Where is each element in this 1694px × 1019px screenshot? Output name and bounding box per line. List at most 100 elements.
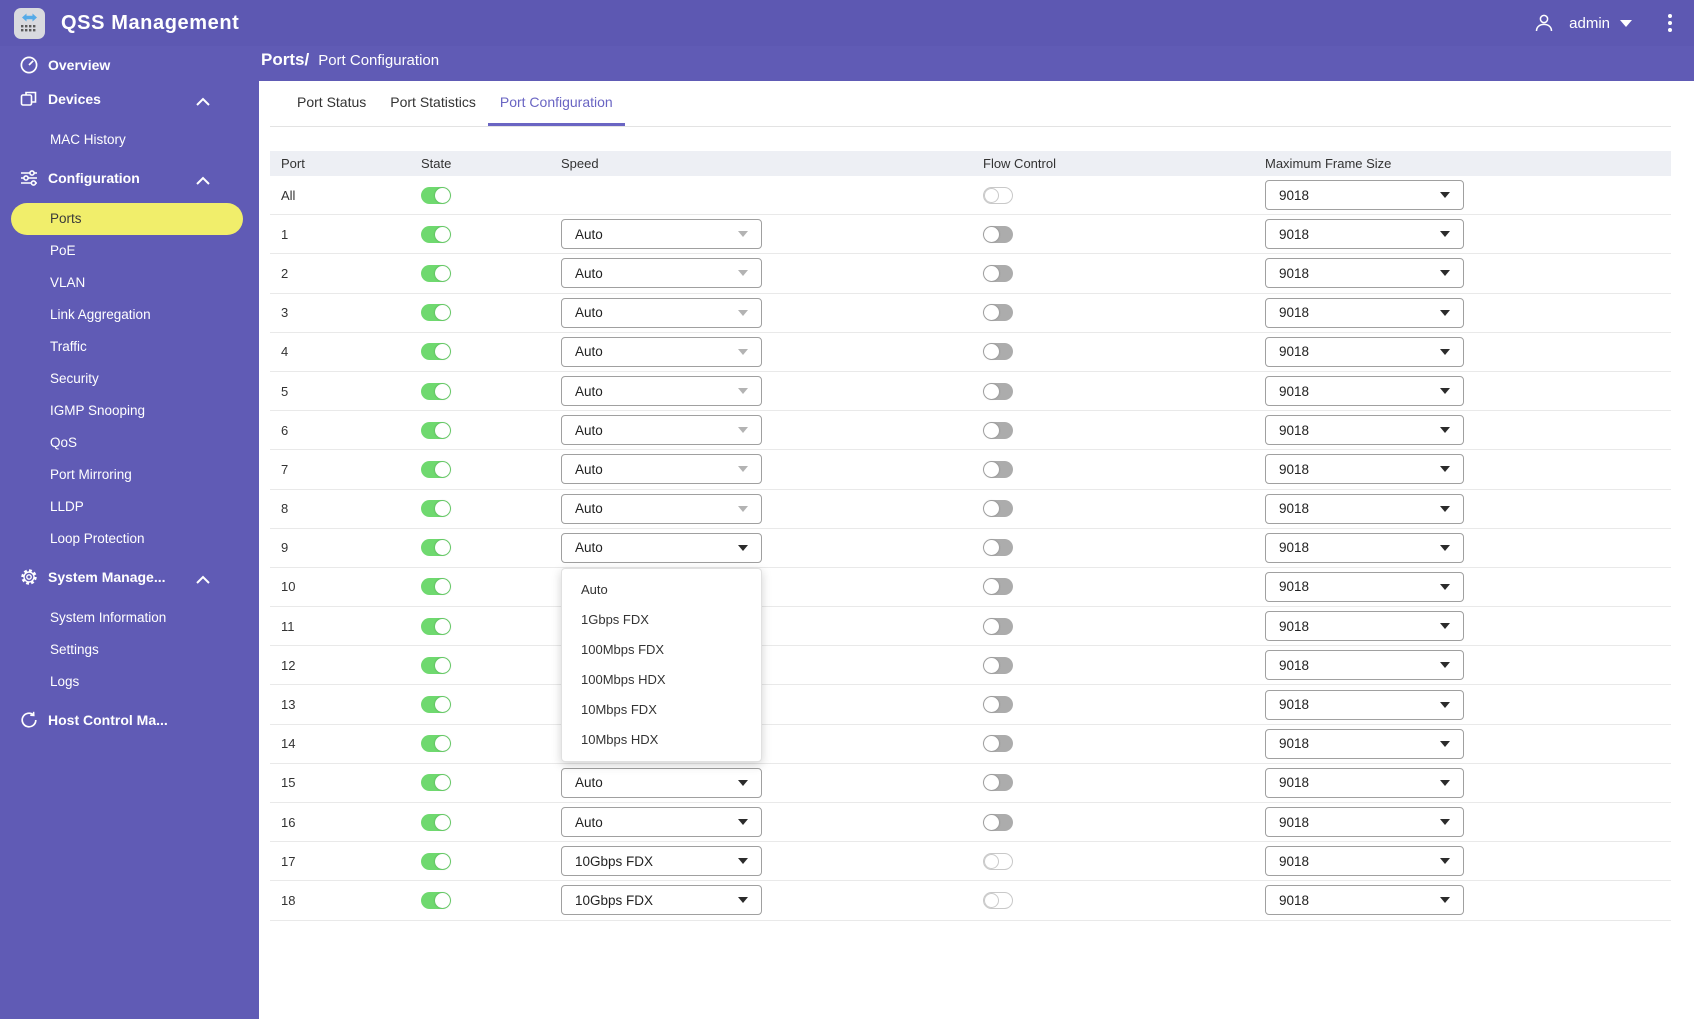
- speed-select[interactable]: 10Gbps FDX: [561, 885, 762, 916]
- frame-size-select[interactable]: 9018: [1265, 415, 1464, 446]
- sidebar-item-poe[interactable]: PoE: [0, 235, 259, 267]
- flow-control-toggle[interactable]: [983, 813, 1013, 831]
- flow-control-toggle[interactable]: [983, 578, 1013, 596]
- flow-control-toggle[interactable]: [983, 539, 1013, 557]
- state-toggle[interactable]: [421, 891, 451, 909]
- speed-option-1gbps-fdx[interactable]: 1Gbps FDX: [562, 605, 761, 635]
- speed-select[interactable]: Auto: [561, 258, 762, 289]
- user-menu[interactable]: admin: [1569, 15, 1610, 32]
- sidebar-item-host-control-ma[interactable]: Host Control Ma...: [0, 703, 259, 737]
- frame-size-select[interactable]: 9018: [1265, 336, 1464, 367]
- flow-control-toggle[interactable]: [983, 382, 1013, 400]
- flow-control-toggle[interactable]: [983, 225, 1013, 243]
- sidebar-item-igmp-snooping[interactable]: IGMP Snooping: [0, 395, 259, 427]
- tab-port-statistics[interactable]: Port Statistics: [378, 81, 488, 126]
- sidebar-item-port-mirroring[interactable]: Port Mirroring: [0, 459, 259, 491]
- speed-select[interactable]: Auto: [561, 807, 762, 838]
- frame-size-select[interactable]: 9018: [1265, 767, 1464, 798]
- frame-size-select[interactable]: 9018: [1265, 650, 1464, 681]
- speed-select[interactable]: Auto: [561, 336, 762, 367]
- state-toggle[interactable]: [421, 578, 451, 596]
- frame-size-select[interactable]: 9018: [1265, 728, 1464, 759]
- frame-size-select[interactable]: 9018: [1265, 611, 1464, 642]
- sidebar-item-ports[interactable]: Ports: [11, 203, 243, 235]
- frame-size-select[interactable]: 9018: [1265, 258, 1464, 289]
- frame-size-select[interactable]: 9018: [1265, 454, 1464, 485]
- frame-size-select[interactable]: 9018: [1265, 807, 1464, 838]
- speed-option-100mbps-hdx[interactable]: 100Mbps HDX: [562, 665, 761, 695]
- speed-option-100mbps-fdx[interactable]: 100Mbps FDX: [562, 635, 761, 665]
- speed-select[interactable]: Auto: [561, 454, 762, 485]
- sidebar-item-configuration[interactable]: Configuration: [0, 161, 259, 195]
- flow-control-toggle[interactable]: [983, 500, 1013, 518]
- flow-control-toggle[interactable]: [983, 264, 1013, 282]
- sidebar-item-logs[interactable]: Logs: [0, 666, 259, 698]
- sidebar-item-lldp[interactable]: LLDP: [0, 491, 259, 523]
- sidebar-item-traffic[interactable]: Traffic: [0, 331, 259, 363]
- state-toggle[interactable]: [421, 696, 451, 714]
- flow-control-toggle[interactable]: [983, 735, 1013, 753]
- flow-control-toggle[interactable]: [983, 696, 1013, 714]
- speed-option-10mbps-hdx[interactable]: 10Mbps HDX: [562, 725, 761, 755]
- frame-size-select[interactable]: 9018: [1265, 689, 1464, 720]
- state-toggle[interactable]: [421, 382, 451, 400]
- sidebar-item-security[interactable]: Security: [0, 363, 259, 395]
- frame-size-select[interactable]: 9018: [1265, 376, 1464, 407]
- speed-select[interactable]: Auto: [561, 297, 762, 328]
- flow-control-toggle[interactable]: [983, 617, 1013, 635]
- state-toggle[interactable]: [421, 735, 451, 753]
- sidebar-item-system-manage[interactable]: System Manage...: [0, 560, 259, 594]
- speed-select[interactable]: Auto: [561, 415, 762, 446]
- tab-port-configuration[interactable]: Port Configuration: [487, 81, 625, 126]
- frame-size-select[interactable]: 9018: [1265, 297, 1464, 328]
- flow-control-toggle[interactable]: [983, 460, 1013, 478]
- state-toggle[interactable]: [421, 852, 451, 870]
- state-toggle[interactable]: [421, 264, 451, 282]
- state-toggle[interactable]: [421, 617, 451, 635]
- speed-select[interactable]: 10Gbps FDX: [561, 846, 762, 877]
- flow-control-toggle[interactable]: [983, 656, 1013, 674]
- chevron-up-icon[interactable]: [195, 173, 211, 185]
- kebab-menu-icon[interactable]: [1668, 14, 1672, 32]
- speed-option-auto[interactable]: Auto: [562, 575, 761, 605]
- speed-option-10mbps-fdx[interactable]: 10Mbps FDX: [562, 695, 761, 725]
- flow-control-toggle[interactable]: [983, 421, 1013, 439]
- flow-control-toggle[interactable]: [983, 343, 1013, 361]
- frame-size-select[interactable]: 9018: [1265, 493, 1464, 524]
- state-toggle[interactable]: [421, 656, 451, 674]
- sidebar-item-system-information[interactable]: System Information: [0, 602, 259, 634]
- sidebar-item-loop-protection[interactable]: Loop Protection: [0, 523, 259, 555]
- chevron-up-icon[interactable]: [195, 572, 211, 584]
- state-toggle[interactable]: [421, 813, 451, 831]
- sidebar-item-mac-history[interactable]: MAC History: [0, 124, 259, 156]
- speed-select[interactable]: Auto: [561, 767, 762, 798]
- sidebar-item-link-aggregation[interactable]: Link Aggregation: [0, 299, 259, 331]
- frame-size-select[interactable]: 9018: [1265, 219, 1464, 250]
- frame-size-select[interactable]: 9018: [1265, 846, 1464, 877]
- state-toggle[interactable]: [421, 774, 451, 792]
- frame-size-select[interactable]: 9018: [1265, 571, 1464, 602]
- state-toggle[interactable]: [421, 421, 451, 439]
- state-toggle[interactable]: [421, 186, 451, 204]
- frame-size-select[interactable]: 9018: [1265, 180, 1464, 211]
- speed-select[interactable]: Auto: [561, 219, 762, 250]
- state-toggle[interactable]: [421, 500, 451, 518]
- chevron-up-icon[interactable]: [195, 94, 211, 106]
- sidebar-item-vlan[interactable]: VLAN: [0, 267, 259, 299]
- user-caret-down-icon[interactable]: [1620, 19, 1632, 27]
- sidebar-item-devices[interactable]: Devices: [0, 82, 259, 116]
- state-toggle[interactable]: [421, 539, 451, 557]
- tab-port-status[interactable]: Port Status: [285, 81, 378, 126]
- frame-size-select[interactable]: 9018: [1265, 885, 1464, 916]
- state-toggle[interactable]: [421, 343, 451, 361]
- state-toggle[interactable]: [421, 304, 451, 322]
- state-toggle[interactable]: [421, 225, 451, 243]
- sidebar-item-qos[interactable]: QoS: [0, 427, 259, 459]
- sidebar-item-overview[interactable]: Overview: [0, 48, 259, 82]
- speed-select[interactable]: Auto: [561, 376, 762, 407]
- flow-control-toggle[interactable]: [983, 304, 1013, 322]
- flow-control-toggle[interactable]: [983, 774, 1013, 792]
- state-toggle[interactable]: [421, 460, 451, 478]
- sidebar-item-settings[interactable]: Settings: [0, 634, 259, 666]
- frame-size-select[interactable]: 9018: [1265, 532, 1464, 563]
